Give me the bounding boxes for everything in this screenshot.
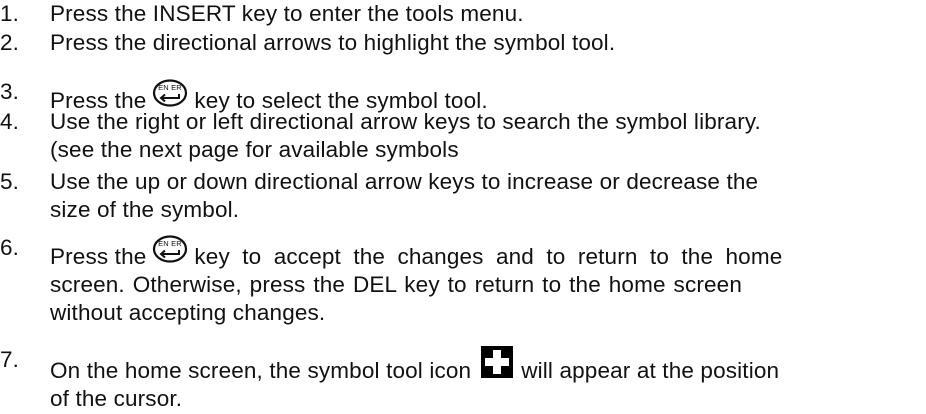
step-number: 5. [0,169,20,194]
cross-symbol-icon [481,346,514,385]
step-text-line-2: (see the next page for available symbols [50,137,459,162]
enter-key-icon: EN ER [152,234,188,271]
step-text: Press the INSERT key to enter the tools … [50,1,524,26]
step-text-after: key to accept the changes and to return … [194,244,783,269]
step-number: 7. [0,347,20,372]
step-text-after: will appear at the position [521,358,780,383]
step-text-before: On the home screen, the symbol tool icon [50,358,472,383]
step-number: 2. [0,30,20,55]
step-number: 1. [0,1,20,26]
step-text: Use the up or down directional arrow key… [50,168,920,224]
svg-text:EN ER: EN ER [159,239,183,248]
step-text: On the home screen, the symbol tool icon… [50,346,920,413]
step-number: 4. [0,109,20,134]
step-number: 3. [0,79,20,104]
step-text: Press the directional arrows to highligh… [50,30,616,55]
step-text-line-1: Use the up or down directional arrow key… [50,169,759,194]
step-text-line-2: of the cursor. [50,386,183,411]
step-text-line-1: Use the right or left directional arrow … [50,109,761,134]
step-text: Use the right or left directional arrow … [50,108,920,164]
svg-text:EN ER: EN ER [159,83,183,92]
step-number: 6. [0,235,20,260]
step-text-before: Press the [50,244,147,269]
step-text: Press the EN ER key to accept the change… [50,234,920,327]
step-text-line-2: size of the symbol. [50,197,240,222]
step-text-line-3: without accepting changes. [50,300,326,325]
step-text-line-2: screen. Otherwise, press the DEL key to … [50,272,742,297]
